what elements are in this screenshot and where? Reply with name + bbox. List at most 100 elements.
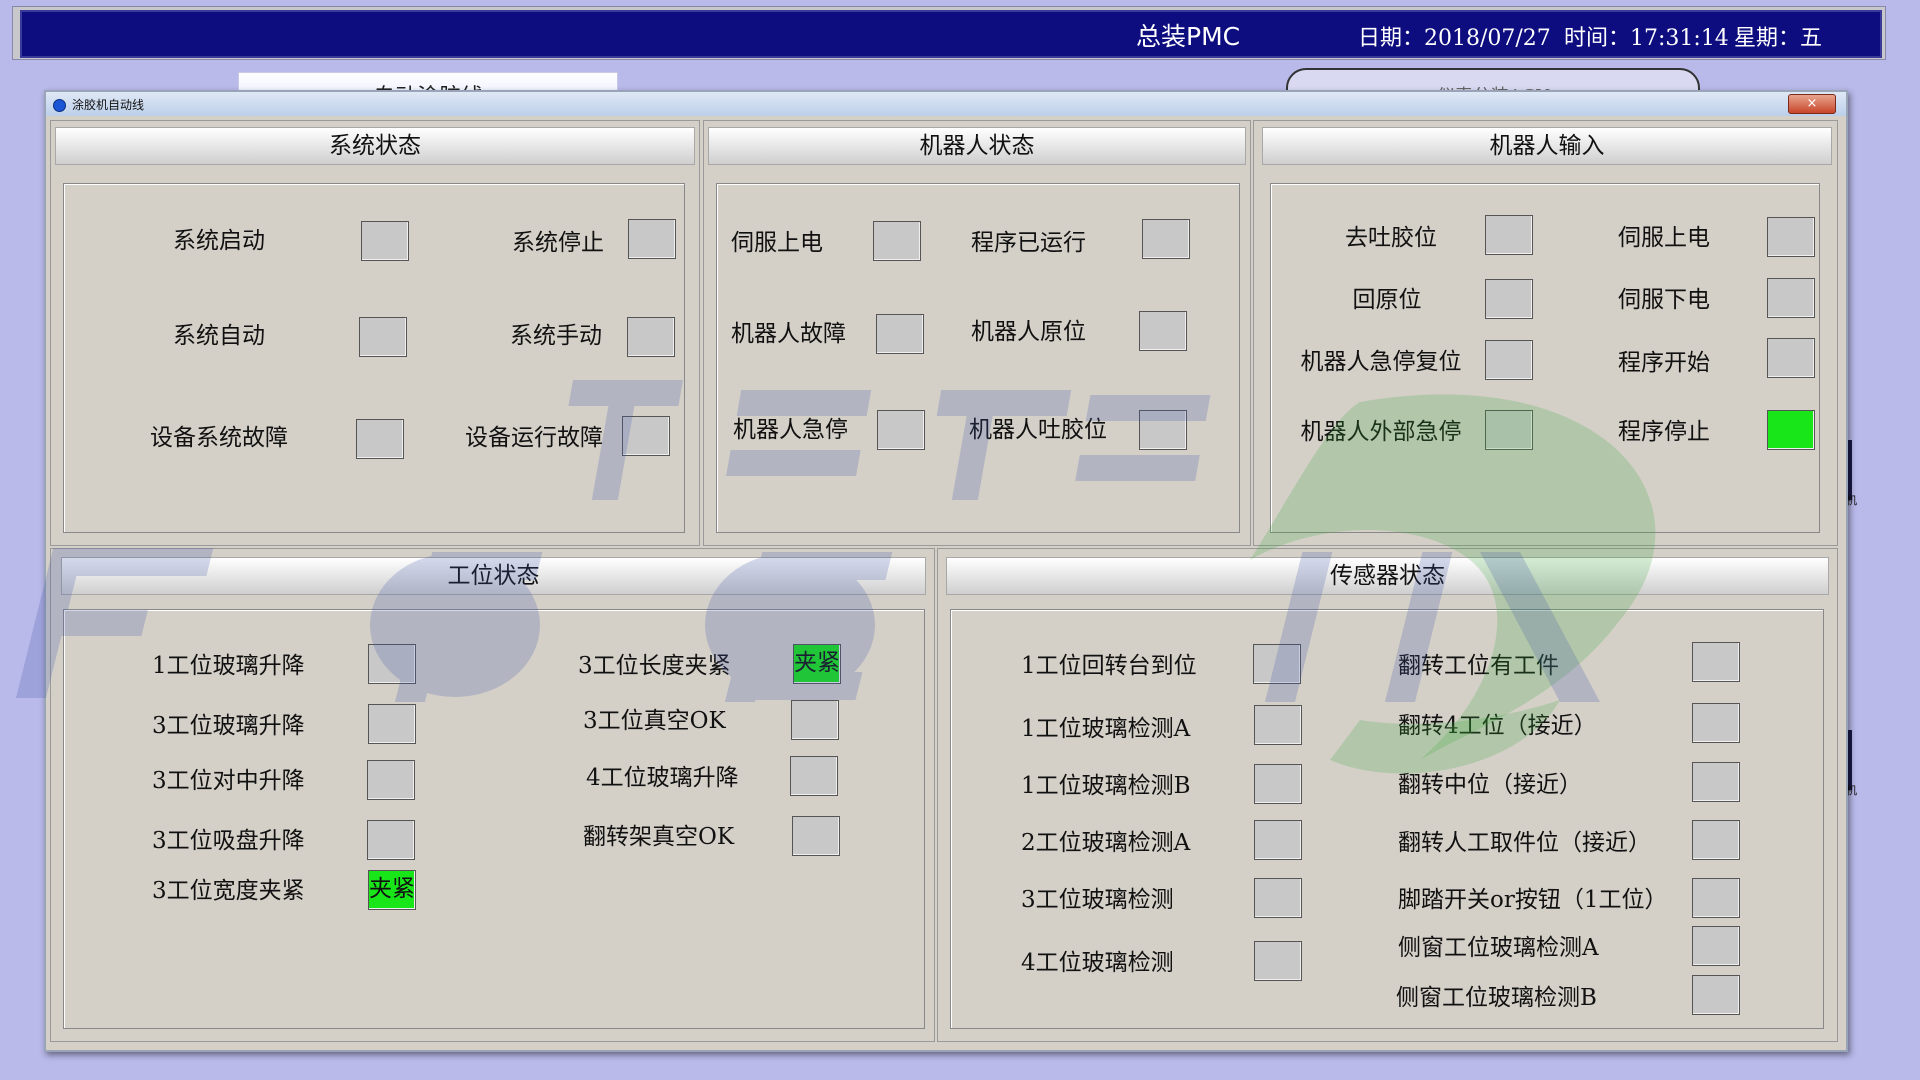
indicator-robot-dispense-pos <box>1139 410 1187 450</box>
panel-robot-status: 机器人状态 伺服上电 程序已运行 机器人故障 机器人原位 机器人急停 机器人吐胶… <box>703 120 1251 546</box>
indicator-station4-glass-lift <box>790 756 838 796</box>
indicator-robot-fault <box>876 314 924 354</box>
indicator-program-start <box>1767 338 1815 378</box>
indicator-s1-glass-a <box>1254 705 1302 745</box>
dialog-title: 涂胶机自动线 <box>72 98 145 112</box>
indicator-program-running <box>1142 219 1190 259</box>
panel-title: 工位状态 <box>61 557 926 595</box>
indicator-servo-on <box>873 221 921 261</box>
indicator-program-stop <box>1767 410 1815 450</box>
indicator-flip-has-part <box>1692 642 1740 682</box>
status-label: 系统停止 <box>512 230 604 256</box>
status-label: 机器人急停 <box>733 417 848 443</box>
status-label: 脚踏开关or按钮（1工位） <box>1398 887 1668 913</box>
indicator-servo-on-input <box>1767 217 1815 257</box>
indicator-station3-suction-lift <box>367 820 415 860</box>
indicator-run-fault <box>622 416 670 456</box>
status-label: 程序已运行 <box>971 230 1086 256</box>
status-label: 机器人吐胶位 <box>969 417 1107 443</box>
status-label: 机器人急停复位 <box>1300 349 1462 375</box>
indicator-system-manual <box>627 317 675 357</box>
indicator-s2-glass-a <box>1254 820 1302 860</box>
panel-system-status: 系统状态 系统启动 系统停止 系统自动 系统手动 设备系统故障 设备运行故障 <box>50 120 700 546</box>
status-label: 去吐胶位 <box>1345 225 1437 251</box>
panel-inner: 去吐胶位 伺服上电 回原位 伺服下电 机器人急停复位 程序开始 机器人外部急停 … <box>1270 183 1820 533</box>
indicator-side-window-b <box>1692 975 1740 1015</box>
indicator-robot-estop <box>877 410 925 450</box>
indicator-station3-length-clamp: 夹紧 <box>793 644 841 684</box>
status-label: 1工位玻璃检测A <box>1021 716 1191 742</box>
status-label: 翻转4工位（接近） <box>1398 713 1597 739</box>
indicator-estop-reset <box>1485 340 1533 380</box>
indicator-side-window-a <box>1692 926 1740 966</box>
status-label: 设备运行故障 <box>465 425 603 451</box>
app-icon <box>53 99 66 112</box>
panel-inner: 1工位回转台到位 翻转工位有工件 1工位玻璃检测A 翻转4工位（接近） 1工位玻… <box>950 609 1824 1029</box>
status-label: 设备系统故障 <box>150 425 288 451</box>
status-label: 伺服下电 <box>1618 287 1710 313</box>
panel-title: 系统状态 <box>55 127 695 165</box>
status-label: 3工位玻璃检测 <box>1021 887 1174 913</box>
status-label: 系统启动 <box>173 228 265 254</box>
status-label: 回原位 <box>1352 287 1422 313</box>
status-label: 机器人故障 <box>731 321 846 347</box>
status-label: 伺服上电 <box>1618 225 1710 251</box>
indicator-system-start <box>361 221 409 261</box>
indicator-return-home <box>1485 279 1533 319</box>
status-label: 系统自动 <box>173 323 265 349</box>
dialog-body: 系统状态 系统启动 系统停止 系统自动 系统手动 设备系统故障 设备运行故障 机… <box>50 120 1840 1044</box>
status-label: 1工位玻璃检测B <box>1021 773 1191 799</box>
indicator-station3-width-clamp: 夹紧 <box>368 870 416 910</box>
status-label: 机器人外部急停 <box>1300 419 1462 445</box>
dialog-window: 涂胶机自动线 × 系统状态 系统启动 系统停止 系统自动 系统手动 设备系统故障… <box>44 90 1848 1052</box>
indicator-system-stop <box>628 219 676 259</box>
panel-inner: 1工位玻璃升降 3工位长度夹紧 夹紧 3工位玻璃升降 3工位真空OK 3工位对中… <box>63 609 925 1029</box>
indicator-flip-manual-near <box>1692 820 1740 860</box>
status-label: 4工位玻璃升降 <box>586 765 739 791</box>
weekday-readout: 星期：五 <box>1734 26 1823 51</box>
indicator-servo-off <box>1767 278 1815 318</box>
panel-title: 传感器状态 <box>946 557 1829 595</box>
status-label: 翻转架真空OK <box>583 824 735 850</box>
indicator-station3-vacuum <box>791 700 839 740</box>
indicator-s1-glass-b <box>1254 764 1302 804</box>
indicator-station1-glass-lift <box>368 644 416 684</box>
indicator-go-dispense <box>1485 215 1533 255</box>
status-label: 3工位吸盘升降 <box>152 828 305 854</box>
panel-title: 机器人状态 <box>708 127 1246 165</box>
status-label: 1工位玻璃升降 <box>152 653 305 679</box>
status-label: 系统手动 <box>510 323 602 349</box>
status-label: 侧窗工位玻璃检测A <box>1398 935 1599 961</box>
indicator-robot-home <box>1139 311 1187 351</box>
indicator-system-auto <box>359 317 407 357</box>
indicator-station3-center-lift <box>367 760 415 800</box>
close-button[interactable]: × <box>1788 94 1836 114</box>
indicator-s3-glass <box>1254 878 1302 918</box>
status-label: 3工位玻璃升降 <box>152 713 305 739</box>
status-label: 程序停止 <box>1618 419 1710 445</box>
indicator-station3-glass-lift <box>368 704 416 744</box>
panel-title: 机器人输入 <box>1262 127 1832 165</box>
indicator-s4-glass <box>1254 941 1302 981</box>
status-label: 2工位玻璃检测A <box>1021 830 1191 856</box>
status-label: 翻转工位有工件 <box>1398 653 1559 679</box>
indicator-s1-turntable <box>1253 644 1301 684</box>
status-label: 3工位长度夹紧 <box>578 653 731 679</box>
date-readout: 日期：2018/07/27 <box>1358 26 1551 51</box>
panel-inner: 系统启动 系统停止 系统自动 系统手动 设备系统故障 设备运行故障 <box>63 183 685 533</box>
indicator-flip-vacuum <box>792 816 840 856</box>
panel-robot-input: 机器人输入 去吐胶位 伺服上电 回原位 伺服下电 机器人急停复位 程序开始 机器… <box>1253 120 1838 546</box>
status-label: 程序开始 <box>1618 350 1710 376</box>
status-label: 伺服上电 <box>731 230 823 256</box>
indicator-equipment-fault <box>356 419 404 459</box>
status-label: 翻转中位（接近） <box>1398 772 1582 798</box>
status-label: 翻转人工取件位（接近） <box>1398 830 1651 856</box>
status-label: 4工位玻璃检测 <box>1021 950 1174 976</box>
status-label: 机器人原位 <box>971 319 1086 345</box>
indicator-foot-switch <box>1692 878 1740 918</box>
status-label: 3工位对中升降 <box>152 768 305 794</box>
dialog-titlebar[interactable]: 涂胶机自动线 × <box>46 92 1846 116</box>
indicator-external-estop <box>1485 410 1533 450</box>
indicator-flip-mid-near <box>1692 762 1740 802</box>
panel-sensor-status: 传感器状态 1工位回转台到位 翻转工位有工件 1工位玻璃检测A 翻转4工位（接近… <box>937 548 1838 1042</box>
